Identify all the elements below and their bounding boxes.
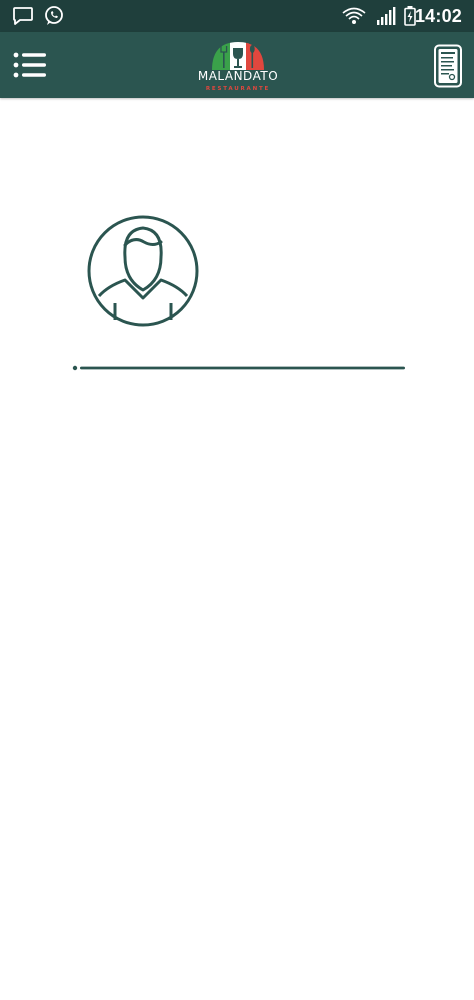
hamburger-menu-icon [13,52,46,78]
status-time: 14:02 [414,6,462,26]
status-bar: 14:02 [0,0,474,32]
menu-card-icon [434,44,462,88]
app-bar: MALANDATO RESTAURANTE [0,32,474,98]
wifi-icon [342,7,366,24]
name-underline [72,365,405,371]
whatsapp-icon [45,6,63,25]
italian-flag-emblem [212,42,264,70]
brand-name: MALANDATO [197,69,279,83]
menu-card-button[interactable] [432,44,464,88]
user-avatar-icon[interactable] [86,214,200,328]
message-icon [13,7,33,25]
signal-icon [377,7,396,25]
brand-logo: MALANDATO RESTAURANTE [196,40,280,96]
hamburger-menu-button[interactable] [8,46,52,84]
brand-subtitle: RESTAURANTE [205,86,271,92]
